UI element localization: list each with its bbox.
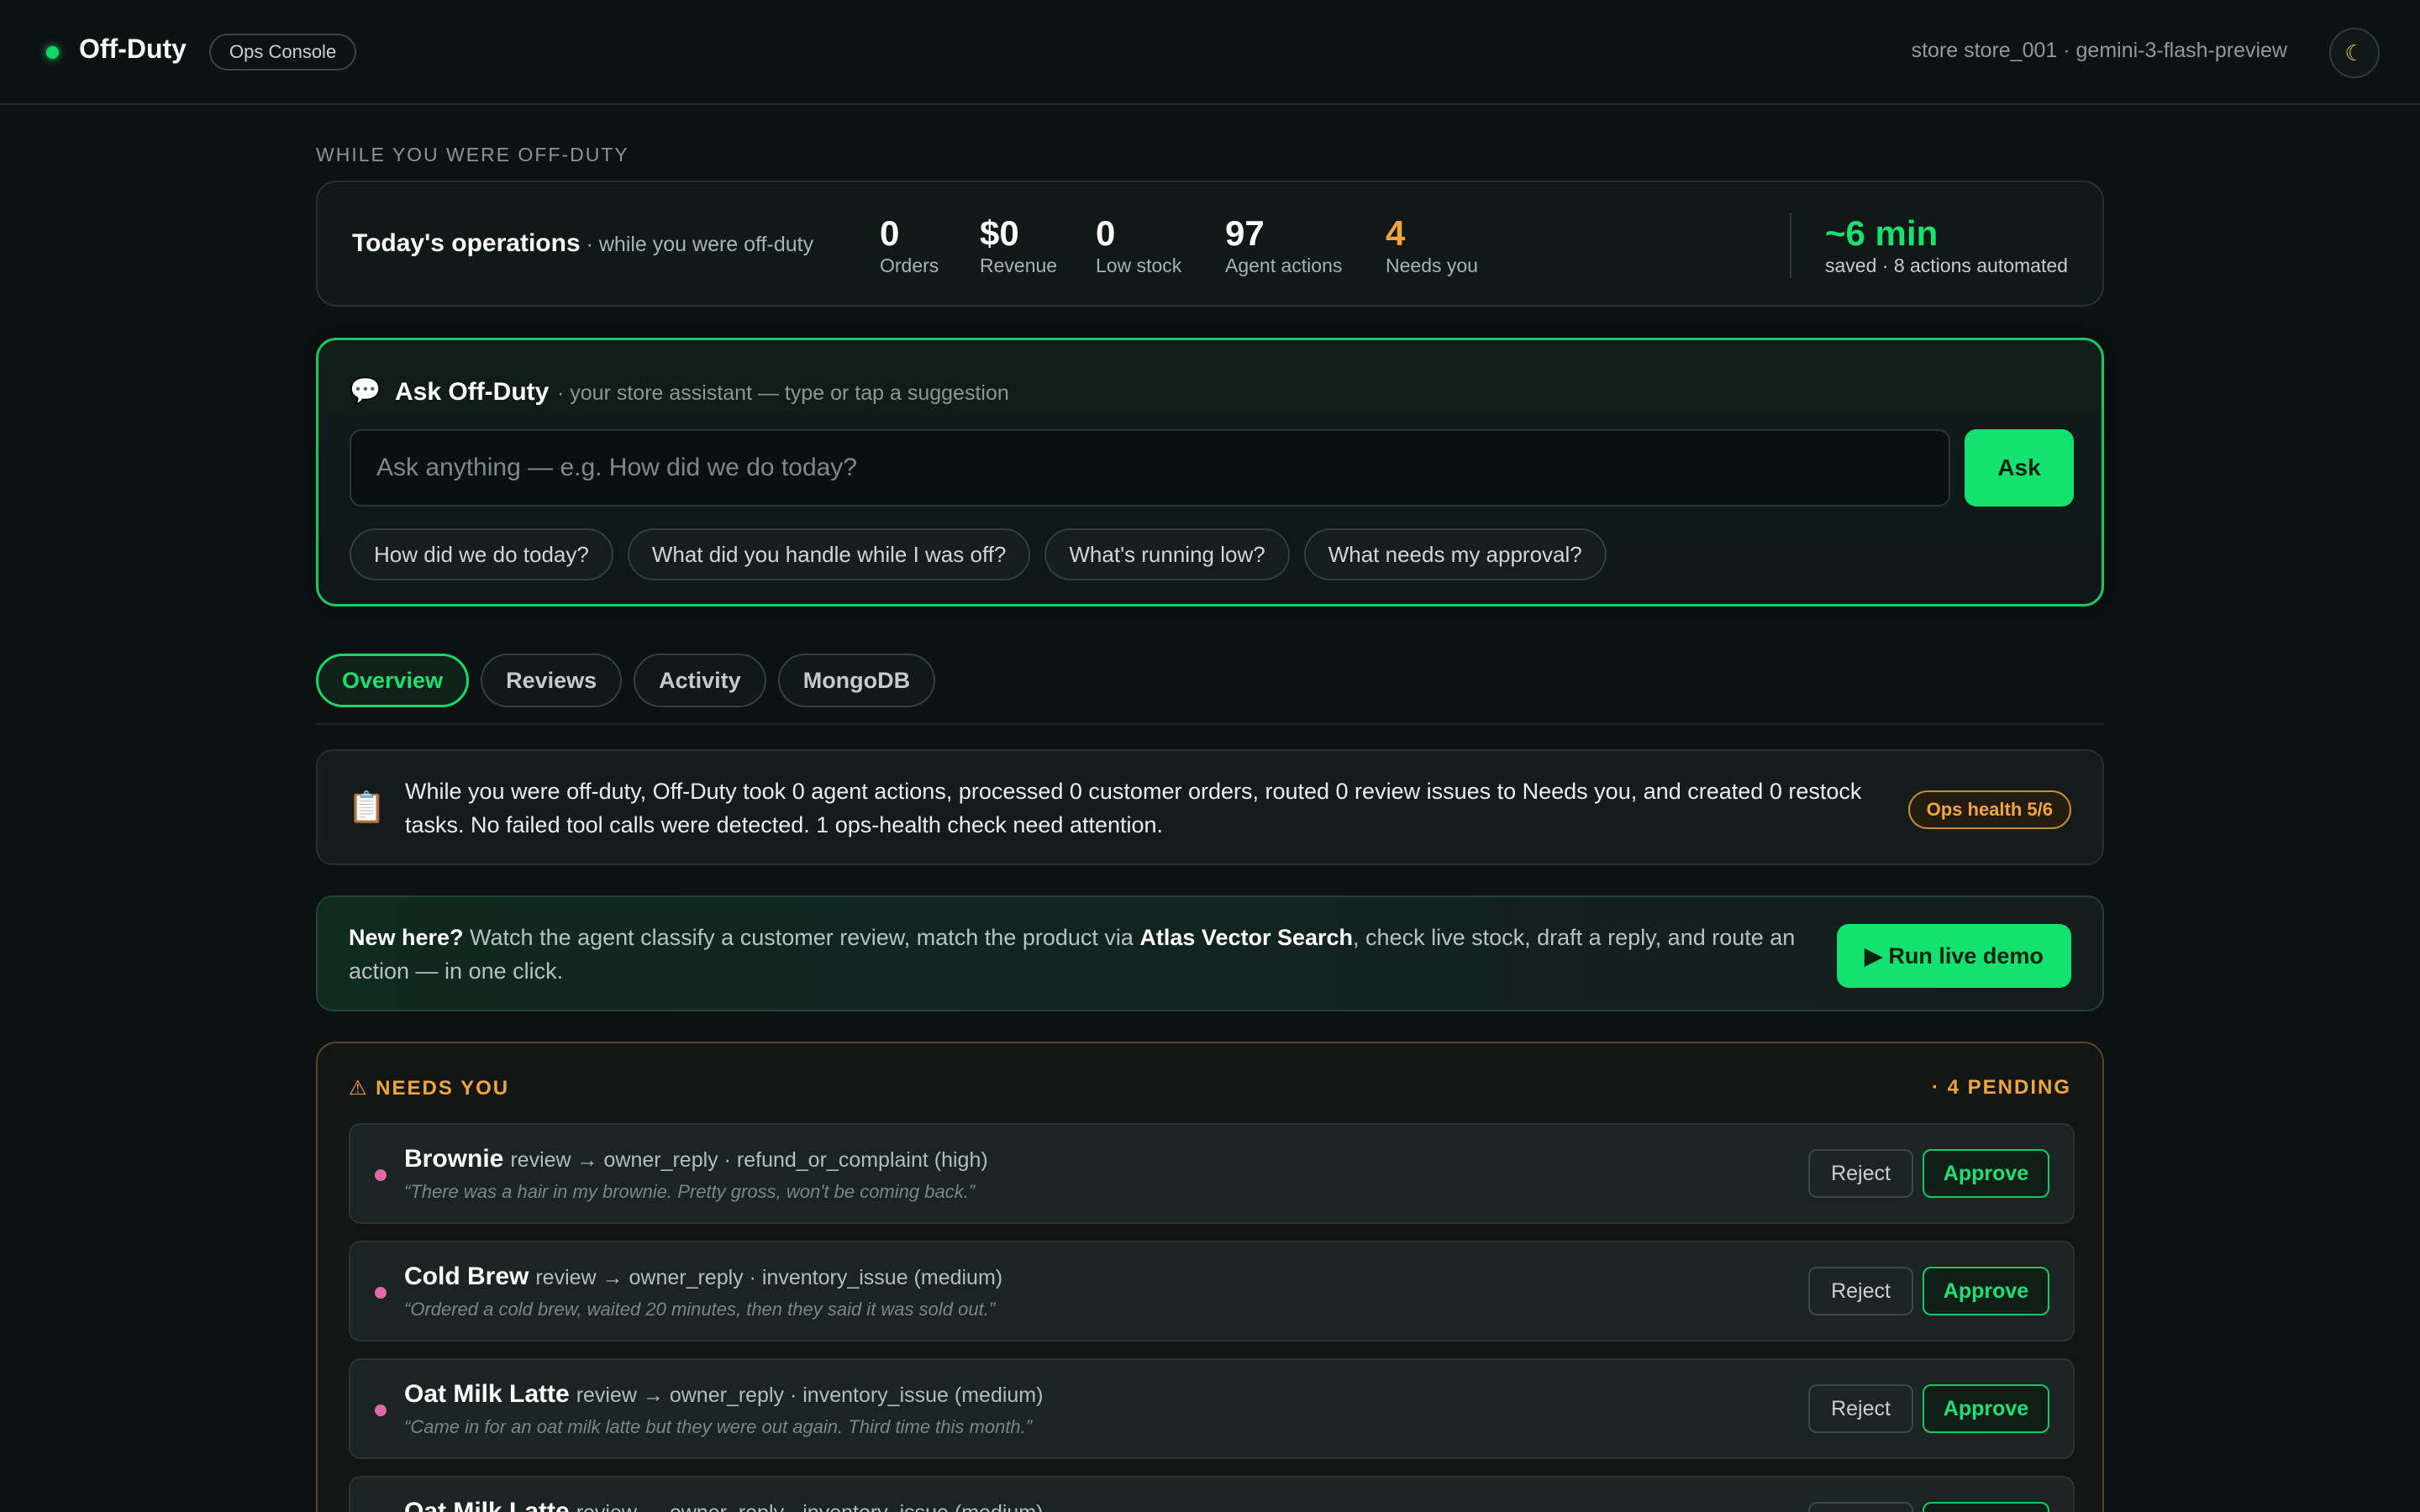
ops-console-badge: Ops Console: [209, 34, 357, 71]
stat-revenue: $0 Revenue: [980, 213, 1058, 277]
store-meta: store store_001 · gemini-3-flash-preview: [1911, 39, 2287, 62]
suggestion-chip[interactable]: How did we do today?: [350, 528, 613, 580]
item-header: Oat Milk Lattereview → owner_reply · inv…: [404, 1380, 1043, 1409]
item-header: Oat Milk Latte review → owner_reply · inv…: [404, 1498, 1043, 1512]
review-quote: “There was a hair in my brownie. Pretty …: [404, 1181, 976, 1202]
ask-off-duty-card: 💬 Ask Off-Duty · your store assistant — …: [316, 338, 2104, 606]
item-name: Oat Milk Latte: [404, 1380, 570, 1408]
demo-lead: New here?: [349, 925, 464, 950]
stat-value: 97: [1225, 213, 1265, 253]
item-meta: review → owner_reply · inventory_issue (…: [535, 1266, 1003, 1289]
saved-value: ~6 min: [1825, 213, 1939, 253]
suggestion-chip[interactable]: What did you handle while I was off?: [627, 528, 1031, 580]
stat-value: 0: [880, 213, 900, 253]
tab-activity[interactable]: Activity: [634, 654, 766, 707]
ask-title: Ask Off-Duty: [395, 378, 550, 406]
needs-you-item: Oat Milk Lattereview → owner_reply · inv…: [349, 1358, 2075, 1459]
item-header: Brownie review → owner_reply · refund_or_…: [404, 1145, 988, 1173]
item-name: Cold Brew: [404, 1263, 529, 1290]
stat-needs-you: 4 Needs you: [1386, 213, 1478, 277]
ops-title: Today's operations · while you were off-…: [352, 229, 813, 258]
saved-label: saved · 8 actions automated: [1825, 255, 2068, 277]
stat-agent-actions: 97 Agent actions: [1225, 213, 1343, 277]
time-saved: ~6 min saved · 8 actions automated: [1825, 213, 2068, 277]
review-quote: “Came in for an oat milk latte but they …: [404, 1416, 1033, 1437]
needs-you-item: Brownie review → owner_reply · refund_or_…: [349, 1123, 2075, 1224]
live-demo-card: New here? Watch the agent classify a cus…: [316, 895, 2104, 1011]
priority-dot: [375, 1169, 387, 1181]
item-name: Brownie: [404, 1145, 504, 1173]
stat-label: Orders: [880, 255, 939, 277]
suggestion-chip[interactable]: What's running low?: [1044, 528, 1290, 580]
needs-you-title: ⚠ NEEDS YOU: [349, 1077, 510, 1100]
summary-text: While you were off-duty, Off-Duty took 0…: [405, 779, 1862, 837]
approve-button[interactable]: Approve: [1923, 1149, 2049, 1198]
divider: [1790, 213, 1791, 278]
stat-label: Agent actions: [1225, 255, 1343, 277]
item-meta: review → owner_reply · inventory_issue (…: [576, 1383, 1044, 1407]
ask-subtitle: · your store assistant — type or tap a s…: [557, 381, 1009, 405]
approve-button[interactable]: Approve: [1923, 1384, 2049, 1433]
run-live-demo-button[interactable]: ▶ Run live demo: [1837, 924, 2071, 988]
needs-you-card: ⚠ NEEDS YOU · 4 PENDING Brownie review → …: [316, 1042, 2104, 1512]
item-header: Cold Brew review → owner_reply · inventor…: [404, 1263, 1002, 1291]
reject-button[interactable]: Reject: [1808, 1502, 1913, 1512]
reject-button[interactable]: Reject: [1808, 1149, 1913, 1198]
theme-toggle-moon-icon[interactable]: ☾: [2329, 28, 2380, 78]
summary-card: 📋 While you were off-duty, Off-Duty took…: [316, 749, 2104, 865]
clipboard-icon: 📋: [348, 790, 386, 824]
ops-subtitle: · while you were off-duty: [580, 233, 814, 256]
reject-button[interactable]: Reject: [1808, 1267, 1913, 1315]
approve-button[interactable]: Approve: [1923, 1502, 2049, 1512]
suggestion-chip[interactable]: What needs my approval?: [1303, 528, 1607, 580]
tab-mongodb[interactable]: MongoDB: [777, 654, 936, 707]
reject-button[interactable]: Reject: [1808, 1384, 1913, 1433]
needs-you-item: Cold Brew review → owner_reply · inventor…: [349, 1241, 2075, 1341]
demo-text: New here? Watch the agent classify a cus…: [349, 921, 1828, 988]
item-meta: review → owner_reply · refund_or_complai…: [510, 1148, 988, 1172]
needs-you-item: Oat Milk Latte review → owner_reply · inv…: [349, 1476, 2075, 1512]
ask-input[interactable]: [350, 429, 1950, 507]
stat-value: $0: [980, 213, 1019, 253]
tab-bar: Overview Reviews Activity MongoDB: [316, 654, 936, 707]
chat-bubble-icon: 💬: [350, 377, 381, 405]
demo-text-part: Watch the agent classify a customer revi…: [463, 925, 1140, 950]
stat-label: Low stock: [1096, 255, 1182, 277]
item-name: Oat Milk Latte: [404, 1498, 570, 1512]
section-label: WHILE YOU WERE OFF-DUTY: [316, 144, 629, 165]
demo-highlight: Atlas Vector Search: [1139, 925, 1354, 950]
ask-button[interactable]: Ask: [1965, 429, 2074, 507]
tab-reviews[interactable]: Reviews: [481, 654, 623, 707]
tab-overview[interactable]: Overview: [316, 654, 470, 707]
stat-orders: 0 Orders: [880, 213, 939, 277]
stat-value: 0: [1096, 213, 1116, 253]
top-bar: Off-Duty Ops Console store store_001 · g…: [0, 0, 2420, 105]
pending-count: · 4 PENDING: [1931, 1076, 2071, 1099]
stat-label: Needs you: [1386, 255, 1478, 277]
priority-dot: [375, 1404, 387, 1416]
tabs-divider: [316, 723, 2104, 725]
app-title: Off-Duty: [79, 34, 187, 64]
suggestion-chips: How did we do today? What did you handle…: [350, 528, 1607, 580]
todays-operations-card: Today's operations · while you were off-…: [316, 181, 2104, 307]
item-meta: review → owner_reply · inventory_issue (…: [576, 1501, 1044, 1512]
ops-health-badge[interactable]: Ops health 5/6: [1907, 790, 2071, 829]
stat-value: 4: [1386, 213, 1406, 253]
ops-title-text: Today's operations: [352, 229, 581, 257]
stat-label: Revenue: [980, 255, 1058, 277]
approve-button[interactable]: Approve: [1923, 1267, 2049, 1315]
status-dot: [46, 46, 59, 59]
stat-low-stock: 0 Low stock: [1096, 213, 1182, 277]
priority-dot: [375, 1287, 387, 1299]
review-quote: “Ordered a cold brew, waited 20 minutes,…: [404, 1299, 996, 1320]
